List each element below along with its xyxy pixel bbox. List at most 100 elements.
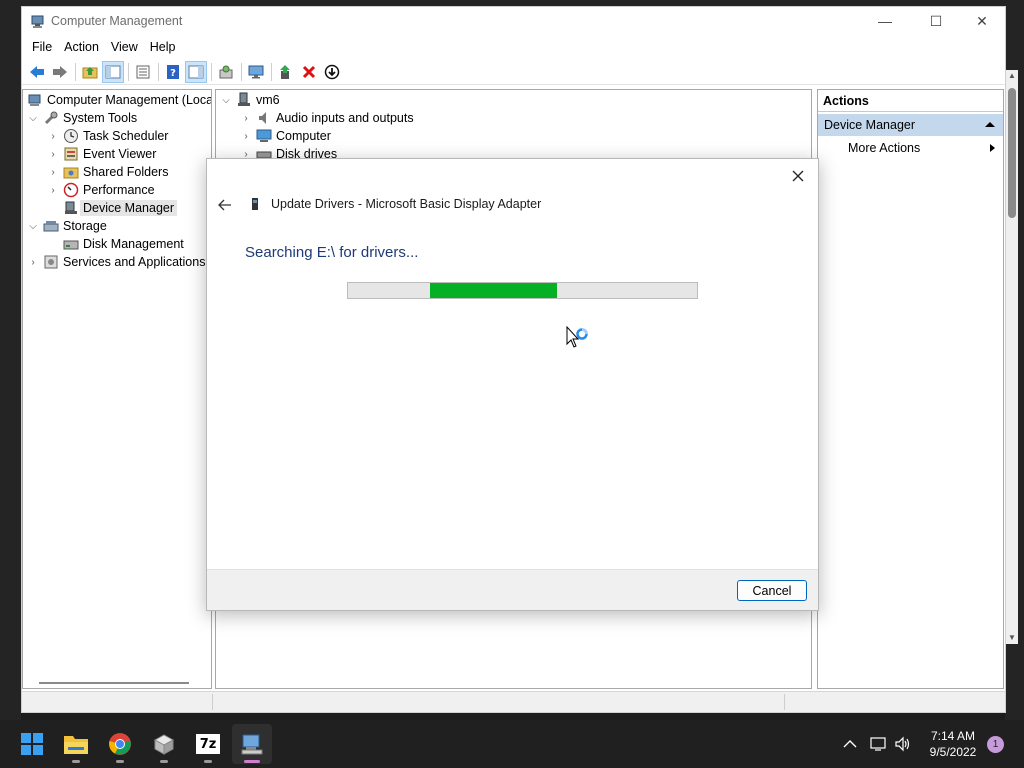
toolbar-separator <box>75 62 76 81</box>
scroll-up-icon[interactable]: ▲ <box>1008 72 1016 80</box>
up-folder-icon[interactable] <box>79 61 101 83</box>
search-progress-bar <box>347 282 698 299</box>
tree-item-performance[interactable]: › Performance <box>47 181 155 199</box>
network-tray[interactable] <box>870 720 888 768</box>
update-driver-icon[interactable] <box>275 61 297 83</box>
back-button[interactable] <box>213 193 237 217</box>
running-indicator <box>160 760 168 763</box>
search-status-text: Searching E:\ for drivers... <box>245 244 419 261</box>
toolbar-separator <box>128 62 129 81</box>
device-host-label: vm6 <box>256 93 280 107</box>
menu-action[interactable]: Action <box>58 38 105 56</box>
chevron-down-icon[interactable]: ⌵ <box>27 113 39 124</box>
actions-header: Actions <box>818 90 1003 112</box>
tree-label: Disk Management <box>83 237 184 251</box>
monitor-icon <box>256 129 272 142</box>
device-category[interactable]: › Computer <box>240 127 331 145</box>
cancel-button[interactable]: Cancel <box>737 580 807 601</box>
tree-item-task-scheduler[interactable]: › Task Scheduler <box>47 127 168 145</box>
tree-label: System Tools <box>63 111 138 125</box>
device-host-node[interactable]: ⌵ vm6 <box>220 91 280 109</box>
action-pane-icon[interactable] <box>185 60 207 83</box>
computer-management-icon <box>31 15 44 28</box>
tree-item-services-applications[interactable]: › Services and Applications <box>27 253 205 271</box>
svg-text:?: ? <box>170 68 176 79</box>
taskbar-file-explorer[interactable] <box>56 724 96 764</box>
monitor-icon[interactable] <box>245 61 267 83</box>
forward-arrow-icon[interactable] <box>49 61 71 83</box>
chevron-down-icon[interactable]: ⌵ <box>27 221 39 232</box>
tree-item-disk-management[interactable]: Disk Management <box>59 235 184 253</box>
chevron-right-icon[interactable]: › <box>240 131 252 142</box>
7zip-icon: 7z <box>196 734 220 754</box>
disable-device-icon[interactable] <box>321 61 343 83</box>
clock-time: 7:14 AM <box>930 729 976 743</box>
dialog-title: Update Drivers - Microsoft Basic Display… <box>247 196 541 212</box>
toolbar-separator <box>271 62 272 81</box>
toolbar: ? <box>22 59 1005 85</box>
dialog-close-button[interactable] <box>784 163 812 189</box>
chevron-right-icon[interactable]: › <box>27 257 39 268</box>
status-divider <box>212 694 213 710</box>
menu-help[interactable]: Help <box>144 38 182 56</box>
volume-tray[interactable] <box>894 720 912 768</box>
menu-file[interactable]: File <box>26 38 58 56</box>
performance-icon <box>63 182 79 198</box>
chevron-right-icon[interactable]: › <box>47 131 59 142</box>
tree-item-shared-folders[interactable]: › Shared Folders <box>47 163 168 181</box>
scrollbar-thumb[interactable] <box>1008 88 1016 218</box>
windows-start-icon <box>21 733 43 755</box>
device-category[interactable]: › Audio inputs and outputs <box>240 109 413 127</box>
menu-view[interactable]: View <box>105 38 144 56</box>
taskbar-chrome[interactable] <box>100 724 140 764</box>
collapse-up-icon[interactable] <box>985 122 995 127</box>
taskbar-7zip[interactable]: 7z <box>188 724 228 764</box>
horizontal-scrollbar[interactable] <box>39 682 189 684</box>
speaker-icon <box>259 112 266 124</box>
tree-item-system-tools[interactable]: ⌵ System Tools <box>27 109 137 127</box>
toolbar-separator <box>211 62 212 81</box>
tree-label: Computer Management (Local <box>47 93 212 107</box>
chevron-right-icon[interactable]: › <box>47 185 59 196</box>
back-arrow-icon[interactable] <box>26 61 48 83</box>
dialog-footer: Cancel <box>207 569 818 610</box>
title-bar: Computer Management <box>22 7 1005 35</box>
package-icon <box>153 734 175 755</box>
submenu-arrow-icon <box>990 144 995 152</box>
properties-icon[interactable] <box>132 61 154 83</box>
scan-hardware-icon[interactable] <box>215 61 237 83</box>
tree-item-event-viewer[interactable]: › Event Viewer <box>47 145 156 163</box>
chevron-up-icon <box>843 740 857 748</box>
chevron-right-icon[interactable]: › <box>240 113 252 124</box>
desktop-edge-left <box>0 0 21 728</box>
tools-icon <box>44 111 58 125</box>
shared-folder-icon <box>63 167 79 179</box>
taskbar-computer-management[interactable] <box>232 724 272 764</box>
vertical-scrollbar[interactable]: ▲ ▼ <box>1006 70 1018 644</box>
close-button[interactable]: ✕ <box>959 7 1005 35</box>
more-actions-item[interactable]: More Actions <box>818 136 1003 160</box>
notification-badge[interactable]: 1 <box>987 736 1004 753</box>
close-icon <box>792 170 804 182</box>
maximize-button[interactable]: ☐ <box>913 7 959 35</box>
chevron-right-icon[interactable]: › <box>47 167 59 178</box>
show-hide-tree-icon[interactable] <box>102 60 124 83</box>
tree-item-root[interactable]: Computer Management (Local <box>25 91 212 109</box>
device-category-label: Computer <box>276 129 331 143</box>
scroll-down-icon[interactable]: ▼ <box>1008 634 1016 642</box>
start-button[interactable] <box>12 724 52 764</box>
tree-item-device-manager[interactable]: Device Manager <box>59 199 178 217</box>
uninstall-icon[interactable] <box>298 61 320 83</box>
tree-item-storage[interactable]: ⌵ Storage <box>27 217 107 235</box>
actions-section-device-manager[interactable]: Device Manager <box>818 114 1003 136</box>
help-icon[interactable]: ? <box>162 61 184 83</box>
clock[interactable]: 7:14 AM 9/5/2022 <box>918 728 988 760</box>
running-indicator <box>72 760 80 763</box>
minimize-button[interactable]: — <box>862 7 908 35</box>
taskbar-package-app[interactable] <box>144 724 184 764</box>
chevron-down-icon[interactable]: ⌵ <box>220 95 232 106</box>
status-bar <box>22 691 1005 712</box>
show-hidden-icons[interactable] <box>843 720 857 768</box>
actions-section-label: Device Manager <box>824 118 916 132</box>
chevron-right-icon[interactable]: › <box>47 149 59 160</box>
